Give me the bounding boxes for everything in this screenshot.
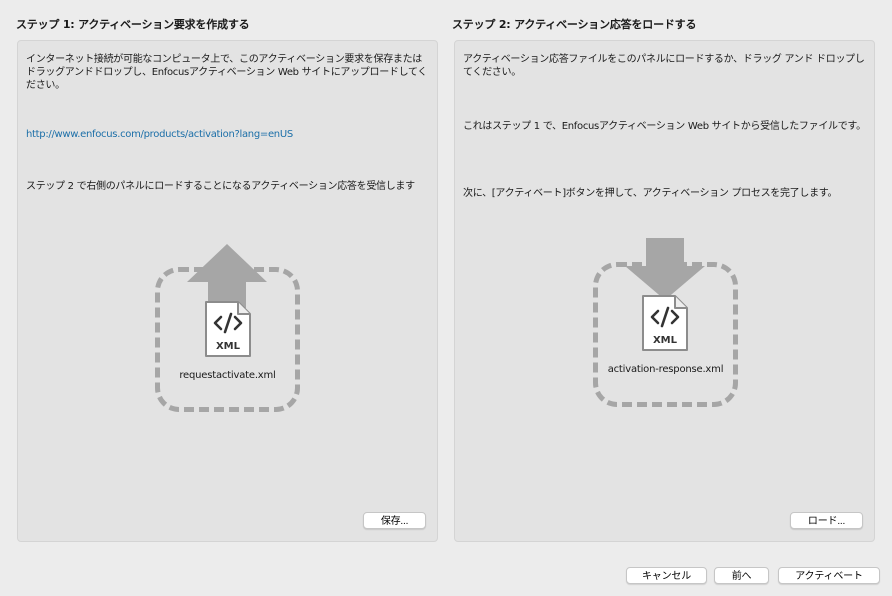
step2-title: ステップ 2: アクティベーション応答をロードする bbox=[452, 18, 697, 31]
step1-title: ステップ 1: アクティベーション要求を作成する bbox=[16, 18, 250, 31]
step2-next-step: 次に、[アクティベート]ボタンを押して、アクティベーション プロセスを完了します… bbox=[463, 188, 838, 199]
request-file-name: requestactivate.xml bbox=[179, 370, 276, 381]
file-type-label: XML bbox=[653, 335, 678, 346]
download-arrow-icon bbox=[625, 238, 705, 300]
step1-request-panel[interactable]: インターネット接続が可能なコンピュータ上で、このアクティベーション要求を保存また… bbox=[17, 40, 438, 542]
step2-response-panel[interactable]: アクティベーション応答ファイルをこのパネルにロードするか、ドラッグ アンド ドロ… bbox=[454, 40, 875, 542]
step1-link-row: http://www.enfocus.com/products/activati… bbox=[26, 128, 429, 141]
activate-button[interactable]: アクティベート bbox=[778, 567, 880, 584]
xml-file-icon[interactable]: XML bbox=[641, 294, 689, 352]
upload-arrow-icon bbox=[187, 244, 267, 308]
save-button[interactable]: 保存... bbox=[363, 512, 426, 529]
step2-note: これはステップ 1 で、Enfocusアクティベーション Web サイトから受信… bbox=[463, 121, 866, 132]
response-file-name: activation-response.xml bbox=[607, 364, 724, 375]
back-button[interactable]: 前へ bbox=[714, 567, 769, 584]
cancel-button[interactable]: キャンセル bbox=[626, 567, 707, 584]
load-button[interactable]: ロード... bbox=[790, 512, 863, 529]
step1-instructions: インターネット接続が可能なコンピュータ上で、このアクティベーション要求を保存また… bbox=[26, 54, 428, 91]
file-type-label: XML bbox=[216, 341, 241, 352]
activation-website-link[interactable]: http://www.enfocus.com/products/activati… bbox=[26, 129, 293, 140]
step2-instructions: アクティベーション応答ファイルをこのパネルにロードするか、ドラッグ アンド ドロ… bbox=[463, 54, 865, 78]
xml-file-icon[interactable]: XML bbox=[204, 300, 252, 358]
step1-note: ステップ 2 で右側のパネルにロードすることになるアクティベーション応答を受信し… bbox=[26, 181, 415, 192]
